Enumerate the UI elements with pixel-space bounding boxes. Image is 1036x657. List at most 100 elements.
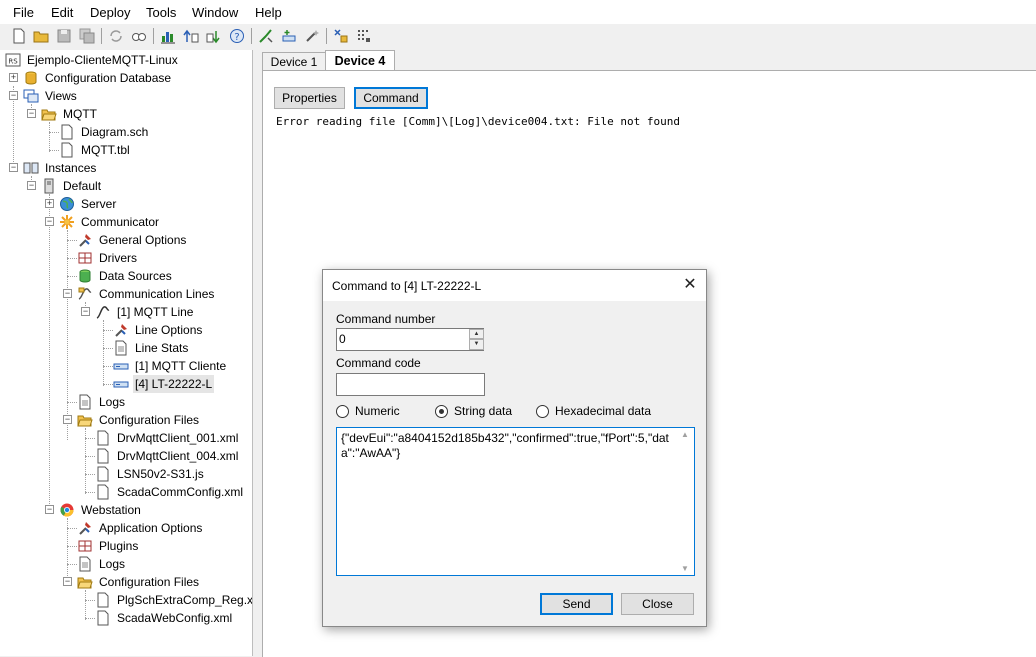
string-data-radio[interactable] (435, 405, 448, 418)
string-data-radio-label[interactable]: String data (454, 404, 512, 418)
data-source-icon (79, 269, 91, 283)
tree-connector (49, 194, 50, 512)
panel-splitter[interactable] (252, 50, 256, 656)
menu-file[interactable]: File (13, 5, 34, 20)
save-all-icon[interactable] (79, 28, 95, 44)
collapse-toggle[interactable]: − (81, 307, 90, 316)
textarea-scrollbar[interactable]: ▲ ▼ (678, 428, 694, 575)
collapse-toggle[interactable]: − (45, 505, 54, 514)
collapse-toggle[interactable]: − (27, 109, 36, 118)
file-icon (97, 610, 109, 626)
tree-label: Configuration Database (45, 71, 172, 85)
tree-label: Communication Lines (99, 287, 215, 301)
close-button[interactable]: Close (621, 593, 694, 615)
tree-connector (103, 384, 113, 385)
comm-lines-icon (78, 287, 92, 300)
tree-label: Server (81, 197, 117, 211)
file-icon (97, 466, 109, 482)
tree-label: [1] MQTT Cliente (135, 359, 227, 373)
expand-toggle[interactable]: + (9, 73, 18, 82)
upload-icon[interactable] (183, 28, 199, 44)
find-icon[interactable] (131, 28, 147, 44)
views-icon (23, 89, 39, 103)
device-output-text: Error reading file [Comm]\[Log]\device00… (276, 115, 680, 128)
file-icon (79, 556, 91, 572)
hexadecimal-radio-label[interactable]: Hexadecimal data (555, 404, 651, 418)
scroll-down-icon[interactable]: ▼ (681, 564, 689, 573)
menu-edit[interactable]: Edit (51, 5, 73, 20)
tree-label: Communicator (81, 215, 160, 229)
spin-down-button[interactable]: ▼ (469, 339, 484, 350)
hexadecimal-radio[interactable] (536, 405, 549, 418)
expand-toggle[interactable]: + (45, 199, 54, 208)
deploy-icon[interactable] (258, 28, 274, 44)
collapse-toggle[interactable]: − (63, 289, 72, 298)
chart-icon[interactable] (160, 28, 176, 44)
numeric-radio-label[interactable]: Numeric (355, 404, 400, 418)
tree-label: DrvMqttClient_001.xml (117, 431, 239, 445)
refresh-icon[interactable] (108, 28, 124, 44)
file-icon (115, 340, 127, 356)
properties-button[interactable]: Properties (274, 87, 345, 109)
settings-icon[interactable] (333, 28, 349, 44)
browser-icon (60, 503, 74, 517)
plugins-icon (78, 540, 92, 552)
options-icon (79, 522, 91, 535)
save-icon[interactable] (56, 28, 72, 44)
add-line-icon[interactable] (281, 28, 297, 44)
options-icon (79, 234, 91, 247)
send-button[interactable]: Send (540, 593, 613, 615)
tree-connector (85, 456, 95, 457)
menu-window[interactable]: Window (192, 5, 238, 20)
menu-deploy[interactable]: Deploy (90, 5, 130, 20)
file-icon (97, 430, 109, 446)
file-icon (97, 484, 109, 500)
scroll-up-icon[interactable]: ▲ (681, 430, 689, 439)
tab-device-4[interactable]: Device 4 (325, 50, 395, 71)
grid-icon[interactable] (356, 28, 372, 44)
collapse-toggle[interactable]: − (63, 577, 72, 586)
wand-icon[interactable] (304, 28, 320, 44)
tree-connector (85, 618, 95, 619)
tree-label: Application Options (99, 521, 203, 535)
command-data-textarea[interactable]: {"devEui":"a8404152d185b432","confirmed"… (336, 427, 695, 576)
tree-label: Plugins (99, 539, 139, 553)
tab-device-1[interactable]: Device 1 (262, 52, 326, 71)
tree-label: Data Sources (99, 269, 172, 283)
collapse-toggle[interactable]: − (9, 163, 18, 172)
menu-help[interactable]: Help (255, 5, 282, 20)
toolbar-separator (101, 28, 102, 44)
collapse-toggle[interactable]: − (63, 415, 72, 424)
collapse-toggle[interactable]: − (9, 91, 18, 100)
tree-connector (67, 240, 77, 241)
tree-label: Default (63, 179, 102, 193)
numeric-radio[interactable] (336, 405, 349, 418)
tree-label: Line Stats (135, 341, 189, 355)
command-number-label: Command number (336, 312, 436, 326)
tree-connector (103, 366, 113, 367)
toolbar-separator (153, 28, 154, 44)
help-icon[interactable]: ? (229, 28, 245, 44)
collapse-toggle[interactable]: − (27, 181, 36, 190)
tree-connector (67, 258, 77, 259)
tree-label: ScadaCommConfig.xml (117, 485, 244, 499)
new-icon[interactable] (11, 28, 27, 44)
tree-label: Diagram.sch (81, 125, 149, 139)
command-button[interactable]: Command (354, 87, 428, 109)
tree-connector (85, 492, 95, 493)
menu-tools[interactable]: Tools (146, 5, 176, 20)
communicator-icon (60, 215, 74, 229)
file-icon (97, 592, 109, 608)
collapse-toggle[interactable]: − (45, 217, 54, 226)
tree-label: Logs (99, 557, 126, 571)
download-icon[interactable] (206, 28, 222, 44)
folder-open-icon (77, 577, 93, 589)
close-icon[interactable]: ✕ (675, 273, 705, 297)
command-code-input[interactable] (336, 373, 485, 396)
spin-up-button[interactable]: ▲ (469, 329, 484, 339)
file-icon (61, 124, 73, 140)
open-icon[interactable] (33, 28, 49, 44)
globe-icon (60, 197, 74, 211)
command-number-input[interactable]: 0 (336, 328, 484, 351)
command-data-text: {"devEui":"a8404152d185b432","confirmed"… (341, 431, 669, 460)
